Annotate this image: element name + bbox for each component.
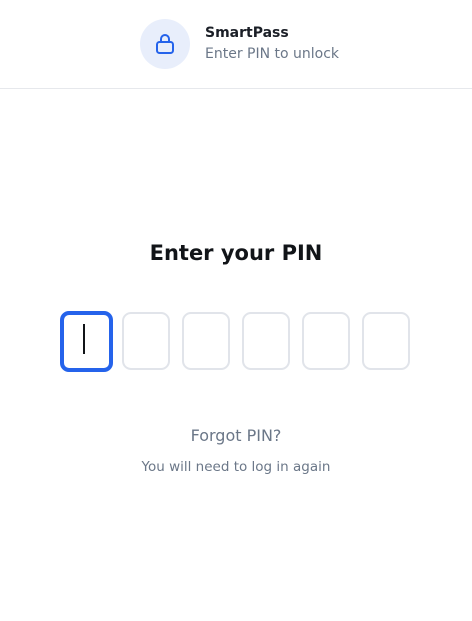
pin-digit-5[interactable] — [302, 312, 350, 370]
pin-digit-6[interactable] — [362, 312, 410, 370]
app-name: SmartPass — [205, 25, 289, 41]
forgot-pin-note: You will need to log in again — [141, 459, 331, 475]
pin-digit-3[interactable] — [182, 312, 230, 370]
pin-digit-4[interactable] — [242, 312, 290, 370]
text-caret — [83, 324, 85, 354]
pin-digit-1[interactable] — [60, 311, 113, 372]
pin-title: Enter your PIN — [149, 241, 323, 265]
lock-icon — [140, 19, 190, 69]
pin-digit-2[interactable] — [122, 312, 170, 370]
forgot-pin-link[interactable]: Forgot PIN? — [0, 426, 472, 445]
pin-input-group — [60, 311, 412, 372]
app-subtitle: Enter PIN to unlock — [205, 46, 340, 62]
app-header: SmartPass Enter PIN to unlock — [0, 0, 472, 89]
